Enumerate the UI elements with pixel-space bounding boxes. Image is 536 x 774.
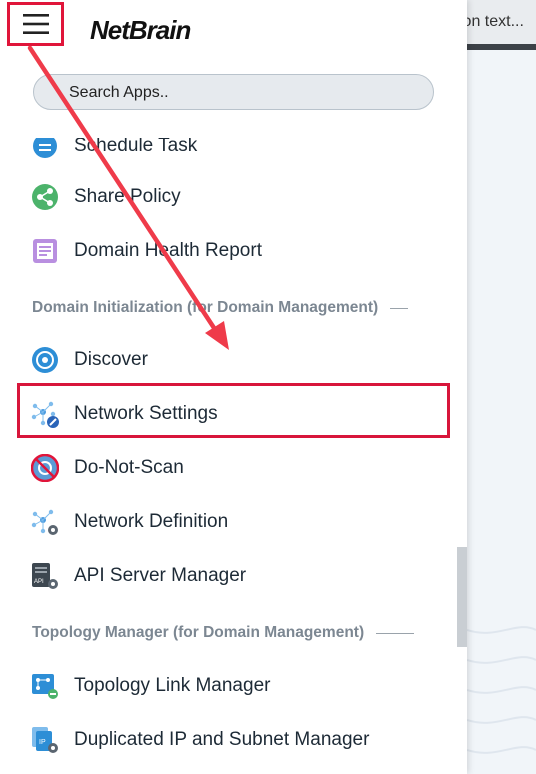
duplicated-ip-icon: IP	[30, 725, 60, 755]
netbrain-logo: NetBrain	[90, 15, 191, 43]
section-topology-manager: Topology Manager (for Domain Management)	[32, 621, 452, 645]
app-item-do-not-scan[interactable]: Do-Not-Scan	[30, 448, 450, 488]
section-divider	[376, 632, 415, 634]
app-item-label: Topology Link Manager	[74, 675, 271, 696]
app-item-label: Network Definition	[74, 511, 229, 532]
app-item-label: Domain Health Report	[74, 240, 262, 261]
api-server-icon: API	[30, 561, 60, 591]
app-item-label: Duplicated IP and Subnet Manager	[74, 729, 370, 750]
search-apps-box	[33, 74, 434, 111]
share-icon	[30, 182, 60, 212]
app-item-domain-health-report[interactable]: Domain Health Report	[30, 231, 450, 271]
app-item-network-definition[interactable]: Network Definition	[30, 502, 450, 542]
search-apps-input[interactable]	[67, 75, 431, 111]
discover-icon	[30, 345, 60, 375]
section-divider	[390, 307, 409, 309]
apps-list: Schedule Task Share Policy Domain Health…	[0, 116, 467, 774]
svg-text:API: API	[34, 579, 44, 585]
section-domain-initialization: Domain Initialization (for Domain Manage…	[32, 296, 452, 320]
background-decoration	[467, 626, 536, 754]
section-title: Topology Manager (for Domain Management)	[32, 624, 365, 641]
svg-text:IP: IP	[39, 739, 46, 746]
app-item-duplicated-ip-subnet-manager[interactable]: IP Duplicated IP and Subnet Manager	[30, 720, 450, 760]
background-search-field[interactable]: ion text...	[467, 0, 536, 44]
app-item-label: Share Policy	[74, 186, 181, 207]
hamburger-menu-button[interactable]	[7, 2, 64, 46]
app-item-label: Do-Not-Scan	[74, 457, 184, 478]
background-toolbar: ion text...	[467, 0, 536, 50]
app-item-label: Schedule Task	[74, 135, 198, 156]
report-icon	[30, 236, 60, 266]
app-item-topology-link-manager[interactable]: Topology Link Manager	[30, 666, 450, 706]
topology-link-icon	[30, 671, 60, 701]
app-item-discover[interactable]: Discover	[30, 340, 450, 380]
network-definition-icon	[30, 507, 60, 537]
hamburger-menu-icon	[22, 14, 49, 34]
app-item-api-server-manager[interactable]: API API Server Manager	[30, 556, 450, 596]
annotation-highlight-box	[17, 383, 450, 438]
scroll-mask	[0, 116, 467, 138]
drawer-scrollbar[interactable]	[457, 547, 467, 647]
app-item-label: Discover	[74, 349, 148, 370]
section-title: Domain Initialization (for Domain Manage…	[32, 299, 379, 316]
app-item-share-policy[interactable]: Share Policy	[30, 177, 450, 217]
svg-text:NetBrain: NetBrain	[90, 15, 190, 43]
app-item-label: API Server Manager	[74, 565, 247, 586]
do-not-scan-icon	[30, 453, 60, 483]
